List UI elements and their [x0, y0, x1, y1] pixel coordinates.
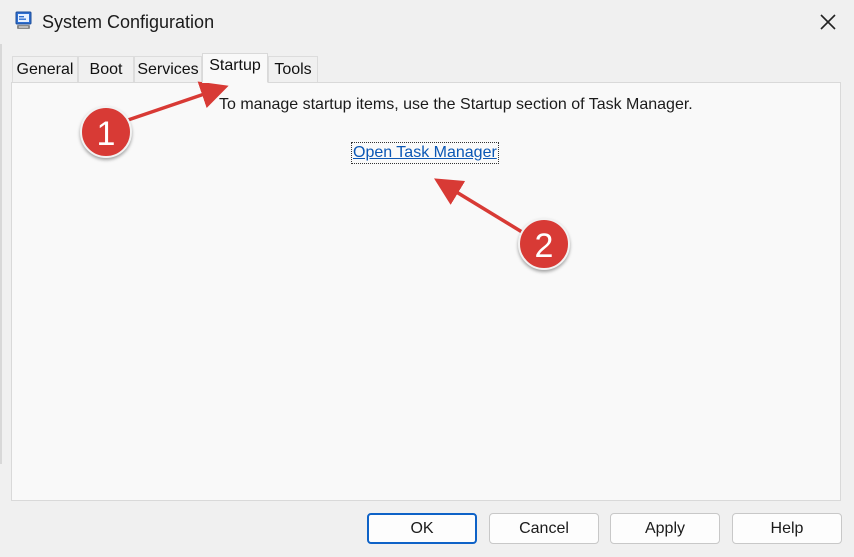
tab-boot[interactable]: Boot	[78, 56, 134, 82]
annotation-badge-2: 2	[518, 218, 570, 270]
help-button[interactable]: Help	[732, 513, 842, 544]
ok-button[interactable]: OK	[367, 513, 477, 544]
annotation-badge-1: 1	[80, 106, 132, 158]
tab-startup[interactable]: Startup	[202, 53, 268, 83]
background-window-edge	[0, 44, 2, 464]
title-bar: System Configuration	[0, 0, 854, 44]
close-icon	[820, 14, 836, 30]
tab-tools[interactable]: Tools	[268, 56, 318, 82]
system-configuration-window: System Configuration General Boot Servic…	[0, 0, 854, 557]
cancel-button[interactable]: Cancel	[489, 513, 599, 544]
window-title: System Configuration	[42, 12, 215, 32]
open-task-manager-link[interactable]: Open Task Manager	[351, 142, 499, 164]
msconfig-app-icon	[14, 11, 34, 31]
tab-general[interactable]: General	[12, 56, 78, 82]
apply-button[interactable]: Apply	[610, 513, 720, 544]
startup-instruction-text: To manage startup items, use the Startup…	[219, 96, 693, 113]
startup-tab-panel: To manage startup items, use the Startup…	[11, 82, 841, 501]
tab-services[interactable]: Services	[134, 56, 202, 82]
close-button[interactable]	[806, 4, 850, 40]
